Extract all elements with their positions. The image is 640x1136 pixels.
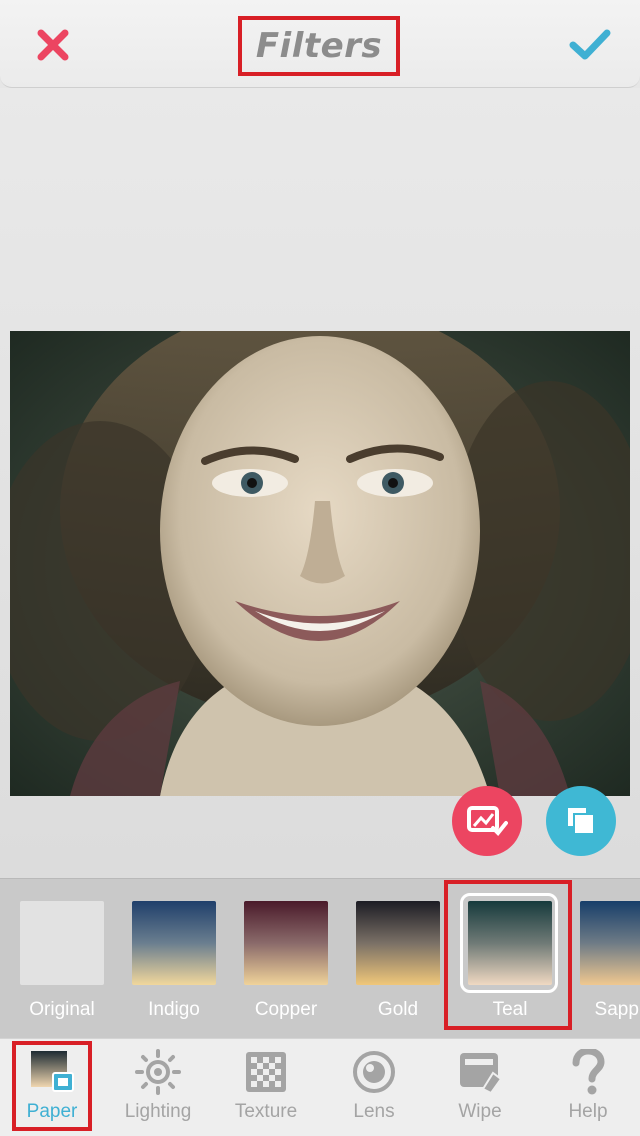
filter-swatch (20, 901, 104, 985)
checkmark-icon (569, 29, 611, 60)
tool-texture[interactable]: Texture (218, 1049, 314, 1123)
tool-lens[interactable]: Lens (326, 1049, 422, 1123)
question-icon (572, 1049, 605, 1095)
tool-label: Texture (234, 1101, 298, 1122)
paper-highlight-box (12, 1041, 92, 1131)
filter-label: Gold (377, 999, 419, 1020)
compare-button[interactable] (452, 786, 522, 856)
filter-swatch (356, 901, 440, 985)
filter-indigo[interactable]: Indigo (130, 901, 218, 1021)
sun-icon (135, 1049, 181, 1095)
layers-button[interactable] (546, 786, 616, 856)
filter-label: Indigo (148, 999, 200, 1020)
top-bar: Filters (0, 0, 640, 88)
filter-swatch (132, 901, 216, 985)
close-icon (37, 29, 69, 61)
filter-swatch (244, 901, 328, 985)
filter-swatch (580, 901, 640, 985)
tool-help[interactable]: Help (540, 1049, 636, 1123)
filter-label: Original (29, 999, 95, 1020)
tool-label: Lens (353, 1101, 395, 1122)
filter-label: Sapph (594, 999, 640, 1020)
confirm-button[interactable] (564, 22, 616, 68)
edited-photo[interactable] (10, 331, 630, 796)
tool-label: Help (568, 1101, 608, 1122)
filter-label: Copper (254, 999, 318, 1020)
teal-highlight-box (444, 880, 572, 1030)
eraser-icon (460, 1053, 503, 1095)
filter-sapphire[interactable]: Sapph (578, 901, 640, 1021)
filter-original[interactable]: Original (18, 901, 106, 1021)
compare-image-icon (467, 806, 508, 836)
tool-label: Wipe (458, 1101, 502, 1122)
copy-layers-icon (568, 808, 595, 835)
filter-gold[interactable]: Gold (354, 901, 442, 1021)
tool-label: Lighting (124, 1101, 192, 1122)
tool-wipe[interactable]: Wipe (432, 1049, 528, 1123)
checkerboard-icon (246, 1052, 286, 1092)
lens-icon (353, 1051, 395, 1093)
title-highlight: Filters (238, 16, 400, 76)
bottom-toolbar: Paper Lighting Texture Lens Wipe Help (0, 1038, 640, 1136)
close-button[interactable] (30, 22, 76, 68)
page-title: Filters (255, 26, 383, 66)
filter-copper[interactable]: Copper (242, 901, 330, 1021)
tool-lighting[interactable]: Lighting (110, 1049, 206, 1123)
